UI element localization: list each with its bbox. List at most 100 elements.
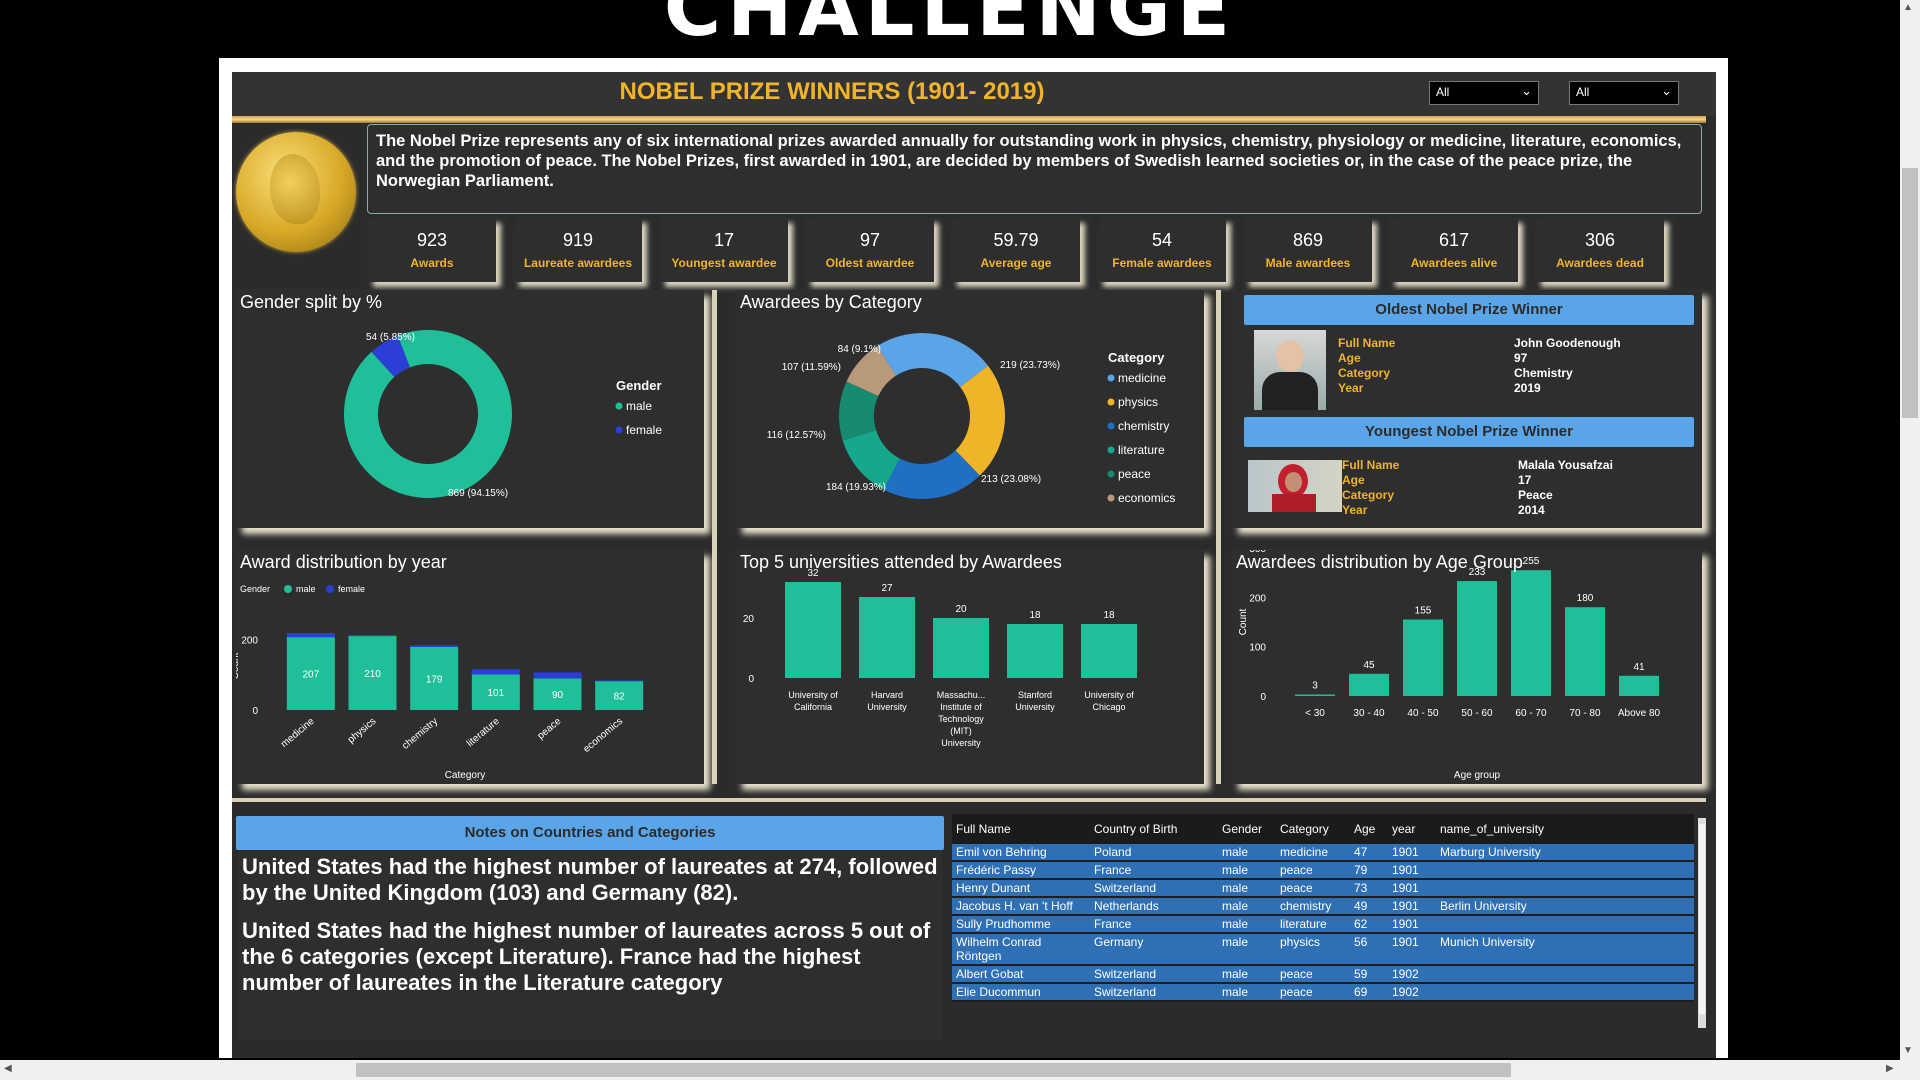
universities-bar-chart: 020Count32University ofCalifornia27Harva…	[726, 568, 1137, 748]
kpi-label: Awards	[410, 256, 454, 270]
table-row[interactable]: Albert Gobat Switzerland male peace 59 1902	[952, 965, 1694, 984]
scroll-left-arrow-icon[interactable]: ◀	[4, 1063, 12, 1074]
data-label: 255	[1523, 556, 1540, 567]
column-header[interactable]: Full Name	[952, 814, 1090, 844]
bar-literature	[471, 669, 520, 675]
divider	[1216, 290, 1221, 784]
y-tick-label: 100	[1249, 643, 1266, 654]
horizontal-scroll-thumb[interactable]	[356, 1063, 1511, 1077]
bar-economics	[595, 680, 644, 682]
bar-chemistry	[410, 645, 459, 647]
legend-item: economics	[1118, 491, 1175, 505]
legend-item: male	[626, 399, 652, 413]
vertical-scrollbar[interactable]: ▲ ▼	[1900, 0, 1920, 1060]
dashboard: NOBEL PRIZE WINNERS (1901- 2019) All ⌄ A…	[232, 72, 1716, 1058]
vertical-scroll-thumb[interactable]	[1902, 168, 1918, 418]
x-tick-label: Above 80	[1618, 708, 1661, 719]
data-label: 18	[1103, 610, 1115, 621]
scroll-right-arrow-icon[interactable]: ▶	[1886, 1063, 1894, 1074]
table-cell: 1901	[1388, 861, 1436, 880]
table-cell: 1901	[1388, 844, 1436, 862]
kpi-value: 54	[1151, 230, 1173, 250]
title-bar: NOBEL PRIZE WINNERS (1901- 2019) All ⌄ A…	[232, 72, 1716, 116]
data-label: 207	[302, 670, 319, 681]
scroll-down-arrow-icon[interactable]: ▼	[1903, 1045, 1913, 1056]
page-heading: CHALLENGE	[663, 0, 1237, 54]
bar-70 - 80	[1565, 607, 1605, 696]
laureates-table: Full Name Country of Birth Gender Catego…	[952, 814, 1694, 1002]
y-axis-label: Count	[1238, 608, 1249, 635]
x-tick-label: < 30	[1305, 708, 1325, 719]
column-header[interactable]: year	[1388, 814, 1436, 844]
scroll-up-arrow-icon[interactable]: ▲	[1903, 2, 1913, 13]
bar-Above 80	[1619, 675, 1659, 696]
notes-header: Notes on Countries and Categories	[236, 816, 944, 850]
x-tick-label: University of	[788, 690, 838, 700]
kpi-label: Female awardees	[1112, 256, 1212, 270]
oldest-labels: Full Name Age Category Year	[1338, 336, 1395, 396]
x-tick-label: California	[794, 702, 832, 712]
filter-dropdown-1[interactable]: All ⌄	[1429, 81, 1539, 105]
bar-physics	[348, 635, 397, 637]
x-tick-label: Stanford	[1018, 690, 1052, 700]
data-label: 869 (94.15%)	[448, 488, 508, 499]
table-cell: Switzerland	[1090, 983, 1218, 1002]
label-category: Category	[1342, 488, 1395, 502]
table-cell: 56	[1350, 933, 1388, 966]
table-cell: 47	[1350, 844, 1388, 862]
column-header[interactable]: name_of_university	[1436, 814, 1694, 844]
x-tick-label: 40 - 50	[1407, 708, 1439, 719]
table-row[interactable]: Elie Ducommun Switzerland male peace 69 1902	[952, 983, 1694, 1002]
kpi-label: Male awardees	[1265, 256, 1351, 270]
column-header[interactable]: Gender	[1218, 814, 1276, 844]
table-row[interactable]: Henry Dunant Switzerland male peace 73 1901	[952, 879, 1694, 898]
kpi-card: 617 Awardees alive	[1390, 218, 1518, 282]
column-header[interactable]: Age	[1350, 814, 1388, 844]
note-paragraph: United States had the highest number of …	[242, 918, 931, 995]
donut-slice-male	[344, 330, 512, 498]
horizontal-scrollbar[interactable]: ◀ ▶	[0, 1060, 1920, 1080]
panel-title: Awardees by Category	[740, 292, 922, 312]
table-cell: peace	[1276, 983, 1350, 1002]
table-row[interactable]: Sully Prudhomme France male literature 62 190…	[952, 915, 1694, 934]
youngest-category: Peace	[1518, 488, 1553, 502]
data-label: 41	[1633, 662, 1645, 673]
label-full-name: Full Name	[1338, 336, 1396, 350]
data-label: 155	[1415, 606, 1432, 617]
legend-marker	[1107, 446, 1115, 454]
x-tick-label: 70 - 80	[1569, 708, 1601, 719]
kpi-value: 97	[859, 230, 881, 250]
label-year: Year	[1338, 381, 1364, 395]
bar-60 - 70	[1511, 570, 1551, 696]
legend-marker	[326, 585, 334, 593]
kpi-value: 919	[562, 230, 594, 250]
kpi-card: 54 Female awardees	[1098, 218, 1226, 282]
table-row[interactable]: Emil von Behring Poland male medicine 47 1901…	[952, 844, 1694, 862]
legend-title: Gender	[240, 584, 270, 594]
table-cell: 73	[1350, 879, 1388, 898]
table-row[interactable]: Wilhelm Conrad Röntgen Germany male physics…	[952, 933, 1694, 966]
table-cell: 59	[1350, 965, 1388, 984]
table-row[interactable]: Jacobus H. van 't Hoff Netherlands male che…	[952, 897, 1694, 916]
table-cell: 1902	[1388, 983, 1436, 1002]
table-scrollbar[interactable]	[1698, 818, 1706, 1028]
filter-dropdown-2[interactable]: All ⌄	[1569, 81, 1679, 105]
data-label: 27	[881, 583, 893, 594]
bar-University of California	[785, 582, 841, 678]
table-cell: France	[1090, 861, 1218, 880]
oldest-name: John Goodenough	[1514, 336, 1621, 350]
column-header[interactable]: Country of Birth	[1090, 814, 1218, 844]
bar-medicine	[286, 632, 335, 638]
legend-item: physics	[1118, 395, 1158, 409]
kpi-label: Average age	[980, 256, 1052, 270]
column-header[interactable]: Category	[1276, 814, 1350, 844]
table-row[interactable]: Frédéric Passy France male peace 79 1901	[952, 861, 1694, 880]
notes-body: United States had the highest number of …	[238, 850, 942, 1040]
table-cell: Emil von Behring	[952, 844, 1090, 862]
kpi-value: 17	[713, 230, 735, 250]
x-tick-label: chemistry	[400, 716, 440, 752]
y-axis-label: Count	[736, 610, 737, 637]
table-cell: Frédéric Passy	[952, 861, 1090, 880]
table-cell: male	[1218, 861, 1276, 880]
kpi-value: 869	[1292, 230, 1324, 250]
